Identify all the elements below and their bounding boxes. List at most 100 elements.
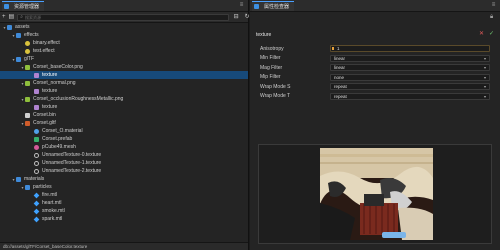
- tree-row-label: texture: [42, 104, 58, 110]
- asset-search[interactable]: ⌕: [17, 13, 230, 21]
- tree-row-label: glTF: [24, 56, 34, 62]
- inspector-panel: 属性检查器 ≡ 🔒︎ texture ✕ ✓ Anisotropy 1 Min Fi…: [250, 0, 500, 250]
- tree-row[interactable]: binary.effect: [0, 39, 248, 47]
- select-dropdown[interactable]: linear ▾: [330, 64, 490, 72]
- property-value: repeat: [334, 93, 347, 99]
- tree-row[interactable]: Corset.bin: [0, 111, 248, 119]
- tree-row[interactable]: ▾ effects: [0, 31, 248, 39]
- panel-menu-icon[interactable]: ≡: [238, 2, 245, 9]
- tree-row[interactable]: UnnamedTexture-0.texture: [0, 151, 248, 159]
- asset-toolbar: + ▤ ⌕ ⊟ ↻: [0, 12, 250, 23]
- tree-row-label: smoke.mtl: [42, 208, 65, 214]
- tree-row-label: UnnamedTexture-1.texture: [42, 160, 102, 166]
- asset-panel-tabbar: 资源管理器 ≡: [0, 0, 248, 12]
- property-label: Mag Filter: [260, 64, 283, 71]
- property-value: linear: [334, 55, 346, 61]
- property-row: Anisotropy 1: [260, 44, 496, 54]
- prefab-icon: [34, 136, 39, 142]
- tree-row[interactable]: ▾ Corset.gltf: [0, 119, 248, 127]
- tree-row[interactable]: ▾ materials: [0, 175, 248, 183]
- chevron-down-icon: ▾: [483, 74, 486, 80]
- add-icon[interactable]: +: [2, 13, 6, 21]
- sky-icon: [33, 200, 40, 206]
- tree-row-label: Corset_normal.png: [33, 80, 76, 86]
- folder-icon: [4, 4, 9, 9]
- inspector-tab[interactable]: 属性检查器: [252, 1, 295, 11]
- texture-ref-icon: [34, 168, 39, 174]
- tree-row-label: texture: [42, 88, 58, 94]
- tree-row[interactable]: texture: [0, 87, 248, 95]
- image-icon: [25, 64, 30, 70]
- select-dropdown[interactable]: none ▾: [330, 73, 490, 81]
- tree-row[interactable]: ▾ particles: [0, 183, 248, 191]
- bin-icon: [25, 112, 30, 118]
- tree-row-label: pCube49.mesh: [42, 144, 76, 150]
- sky-icon: [33, 208, 40, 214]
- effect-icon: [25, 40, 30, 46]
- tree-row[interactable]: UnnamedTexture-2.texture: [0, 167, 248, 175]
- texture-preview: [258, 144, 492, 244]
- sort-icon[interactable]: ▤: [9, 13, 15, 21]
- image-icon: [25, 80, 30, 86]
- tree-row[interactable]: ▾ glTF: [0, 55, 248, 63]
- asset-panel-tab[interactable]: 资源管理器: [2, 1, 45, 11]
- tree-row-label: binary.effect: [33, 40, 60, 46]
- tree-row[interactable]: spark.mtl: [0, 215, 248, 223]
- tree-row[interactable]: fire.mtl: [0, 191, 248, 199]
- search-icon: ⌕: [20, 14, 23, 20]
- tree-row-label: texture: [42, 72, 58, 78]
- panel-menu-icon[interactable]: ≡: [490, 2, 497, 9]
- tree-row[interactable]: Corset.prefab: [0, 135, 248, 143]
- asset-panel-title: 资源管理器: [14, 4, 40, 10]
- tree-row[interactable]: UnnamedTexture-1.texture: [0, 159, 248, 167]
- tree-row-label: Corset.gltf: [33, 120, 56, 126]
- tree-row-label: spark.mtl: [42, 216, 63, 222]
- tree-row[interactable]: texture: [0, 71, 248, 79]
- apply-icon[interactable]: ✓: [489, 31, 494, 38]
- sky-icon: [33, 192, 40, 198]
- asset-search-input[interactable]: [25, 14, 205, 20]
- texture-icon: [34, 104, 39, 110]
- chevron-down-icon: ▾: [483, 55, 486, 61]
- material-icon: [34, 128, 39, 134]
- mesh-icon: [34, 144, 39, 150]
- sky-icon: [33, 216, 40, 222]
- tree-row[interactable]: heart.mtl: [0, 199, 248, 207]
- gltf-icon: [25, 120, 30, 126]
- folder-icon: [16, 56, 21, 62]
- revert-icon[interactable]: ✕: [479, 31, 484, 38]
- info-icon: [254, 4, 259, 9]
- number-input[interactable]: 1: [330, 45, 490, 53]
- tree-row[interactable]: ▾ assets: [0, 23, 248, 31]
- select-dropdown[interactable]: repeat ▾: [330, 83, 490, 91]
- inspector-title: 属性检查器: [264, 4, 290, 10]
- select-dropdown[interactable]: linear ▾: [330, 54, 490, 62]
- inspector-header: texture ✕ ✓: [250, 29, 500, 40]
- folder-icon: [25, 184, 30, 190]
- tree-row-label: heart.mtl: [42, 200, 62, 206]
- chevron-down-icon: ▾: [483, 65, 486, 71]
- property-value: repeat: [334, 84, 347, 90]
- collapse-icon[interactable]: ⊟: [232, 13, 240, 21]
- texture-icon: [34, 72, 39, 78]
- tree-row[interactable]: Corset_O.material: [0, 127, 248, 135]
- tree-row-label: Corset.prefab: [42, 136, 73, 142]
- tree-row[interactable]: texture: [0, 103, 248, 111]
- property-row: Mip Filter none ▾: [260, 73, 496, 83]
- tree-row[interactable]: ▾ Corset_normal.png: [0, 79, 248, 87]
- chevron-down-icon: ▾: [483, 93, 486, 99]
- lock-icon[interactable]: 🔒︎: [490, 14, 496, 21]
- tree-row-label: UnnamedTexture-2.texture: [42, 168, 102, 174]
- tree-row-label: Corset_O.material: [42, 128, 83, 134]
- property-label: Anisotropy: [260, 45, 284, 52]
- tree-row[interactable]: pCube49.mesh: [0, 143, 248, 151]
- tree-row[interactable]: ▾ Corset_baseColor.png: [0, 63, 248, 71]
- tree-row[interactable]: test.effect: [0, 47, 248, 55]
- select-dropdown[interactable]: repeat ▾: [330, 92, 490, 100]
- tree-row[interactable]: smoke.mtl: [0, 207, 248, 215]
- tree-row[interactable]: ▾ Corset_occlusionRoughnessMetallic.png: [0, 95, 248, 103]
- chevron-down-icon: ▾: [483, 84, 486, 90]
- tree-row-label: UnnamedTexture-0.texture: [42, 152, 102, 158]
- drag-handle-icon[interactable]: [332, 47, 334, 51]
- property-row: Min Filter linear ▾: [260, 54, 496, 64]
